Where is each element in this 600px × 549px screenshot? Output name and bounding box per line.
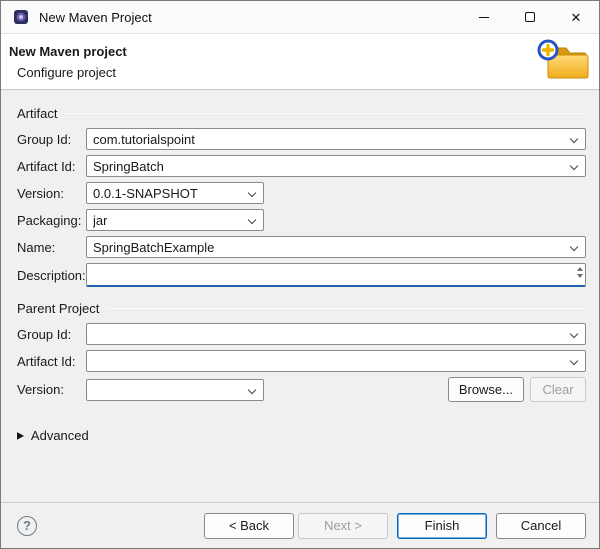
wizard-header-text: New Maven project Configure project (1, 44, 127, 80)
page-title: New Maven project (9, 44, 127, 59)
name-value: SpringBatchExample (93, 240, 214, 255)
version-label: Version: (17, 186, 86, 201)
group-id-combo[interactable]: com.tutorialspoint (86, 128, 586, 150)
back-button[interactable]: < Back (204, 513, 294, 539)
parent-group-rule (106, 308, 586, 309)
new-folder-icon (537, 38, 589, 86)
artifact-group-rule (64, 113, 586, 114)
description-input[interactable] (86, 263, 586, 287)
cancel-button[interactable]: Cancel (496, 513, 586, 539)
field-row-packaging: Packaging: jar (17, 209, 586, 231)
browse-button[interactable]: Browse... (448, 377, 524, 402)
chevron-down-icon[interactable] (570, 357, 578, 365)
scroll-up-icon[interactable] (577, 267, 583, 271)
button-bar: ? < Back Next > Finish Cancel (1, 502, 599, 548)
window-title: New Maven Project (39, 10, 152, 25)
field-row-group-id: Group Id: com.tutorialspoint (17, 128, 586, 150)
field-row-version: Version: 0.0.1-SNAPSHOT (17, 182, 586, 204)
maximize-button[interactable] (507, 1, 553, 33)
next-button: Next > (298, 513, 388, 539)
field-row-parent-group-id: Group Id: (17, 323, 586, 345)
group-id-value: com.tutorialspoint (93, 132, 195, 147)
chevron-down-icon[interactable] (570, 162, 578, 170)
parent-group-id-combo[interactable] (86, 323, 586, 345)
help-button[interactable]: ? (17, 516, 37, 536)
chevron-down-icon[interactable] (570, 330, 578, 338)
parent-version-combo[interactable] (86, 379, 264, 401)
artifact-group-header: Artifact (17, 106, 586, 121)
field-row-artifact-id: Artifact Id: SpringBatch (17, 155, 586, 177)
parent-version-buttons: Browse... Clear (448, 377, 586, 402)
artifact-id-label: Artifact Id: (17, 159, 86, 174)
clear-button: Clear (530, 377, 586, 402)
wizard-app-icon (13, 9, 29, 25)
chevron-down-icon[interactable] (570, 135, 578, 143)
close-icon: ✕ (571, 11, 582, 24)
wizard-content: Artifact Group Id: com.tutorialspoint Ar… (1, 90, 599, 502)
scroll-down-icon[interactable] (577, 274, 583, 278)
packaging-combo[interactable]: jar (86, 209, 264, 231)
window-controls: ✕ (461, 1, 599, 33)
description-label: Description: (17, 268, 86, 283)
field-row-parent-artifact-id: Artifact Id: (17, 350, 586, 372)
chevron-down-icon[interactable] (248, 216, 256, 224)
parent-version-label: Version: (17, 382, 86, 397)
chevron-down-icon[interactable] (570, 243, 578, 251)
finish-button[interactable]: Finish (397, 513, 487, 539)
artifact-group-label: Artifact (17, 106, 57, 121)
expand-arrow-icon[interactable]: ▶ (17, 429, 24, 441)
page-subtitle: Configure project (9, 65, 127, 80)
name-label: Name: (17, 240, 86, 255)
maximize-icon (525, 12, 535, 22)
minimize-icon (479, 17, 489, 18)
field-row-description: Description: (17, 263, 586, 287)
version-value: 0.0.1-SNAPSHOT (93, 186, 198, 201)
advanced-toggle[interactable]: ▶ Advanced (17, 428, 586, 443)
field-row-name: Name: SpringBatchExample (17, 236, 586, 258)
titlebar: New Maven Project ✕ (1, 1, 599, 33)
close-button[interactable]: ✕ (553, 1, 599, 33)
description-scrollbar[interactable] (577, 267, 583, 278)
minimize-button[interactable] (461, 1, 507, 33)
parent-group-label: Parent Project (17, 301, 99, 316)
artifact-id-value: SpringBatch (93, 159, 164, 174)
parent-artifact-id-combo[interactable] (86, 350, 586, 372)
parent-group-id-label: Group Id: (17, 327, 86, 342)
version-combo[interactable]: 0.0.1-SNAPSHOT (86, 182, 264, 204)
field-row-parent-version: Version: Browse... Clear (17, 377, 586, 402)
parent-group-header: Parent Project (17, 301, 586, 316)
advanced-label: Advanced (31, 428, 89, 443)
chevron-down-icon[interactable] (248, 385, 256, 393)
name-combo[interactable]: SpringBatchExample (86, 236, 586, 258)
chevron-down-icon[interactable] (248, 189, 256, 197)
new-maven-project-dialog: New Maven Project ✕ New Maven project Co… (0, 0, 600, 549)
packaging-label: Packaging: (17, 213, 86, 228)
parent-artifact-id-label: Artifact Id: (17, 354, 86, 369)
group-id-label: Group Id: (17, 132, 86, 147)
wizard-header: New Maven project Configure project (1, 33, 599, 90)
artifact-id-combo[interactable]: SpringBatch (86, 155, 586, 177)
packaging-value: jar (93, 213, 107, 228)
